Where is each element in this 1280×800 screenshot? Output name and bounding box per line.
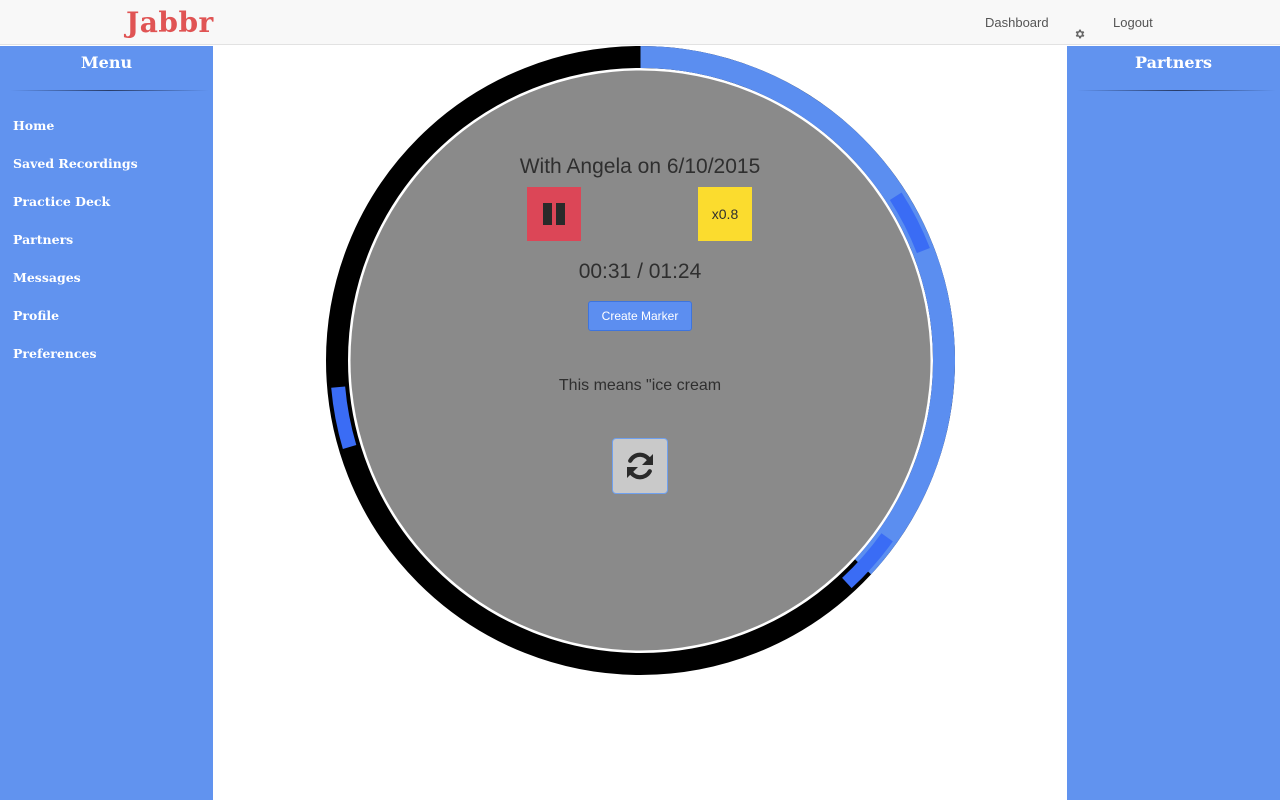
sidebar-item-saved-recordings[interactable]: Saved Recordings bbox=[13, 156, 138, 194]
menu-list: Home Saved Recordings Practice Deck Part… bbox=[13, 118, 138, 384]
brand-logo[interactable]: Jabbr bbox=[126, 4, 214, 42]
sidebar-item-messages[interactable]: Messages bbox=[13, 270, 138, 308]
menu-divider bbox=[10, 90, 209, 91]
pause-button[interactable] bbox=[527, 187, 581, 241]
playback-speed-button[interactable]: x0.8 bbox=[698, 187, 752, 241]
playback-time: 00:31 / 01:24 bbox=[578, 260, 702, 283]
sidebar-item-preferences[interactable]: Preferences bbox=[13, 346, 138, 384]
refresh-icon bbox=[627, 452, 653, 480]
pause-icon bbox=[543, 203, 565, 225]
partners-divider bbox=[1077, 90, 1276, 91]
refresh-button[interactable] bbox=[612, 438, 668, 494]
nav-dashboard-link[interactable]: Dashboard bbox=[985, 0, 1049, 45]
gear-icon-glyph bbox=[1075, 29, 1085, 39]
gear-icon[interactable] bbox=[1074, 13, 1086, 39]
sidebar-item-profile[interactable]: Profile bbox=[13, 308, 138, 346]
partners-title: Partners bbox=[1134, 53, 1213, 72]
sidebar-item-practice-deck[interactable]: Practice Deck bbox=[13, 194, 138, 232]
marker-note: This means "ice cream bbox=[558, 377, 722, 394]
menu-sidebar: Menu Home Saved Recordings Practice Deck… bbox=[0, 46, 213, 800]
nav-logout-link[interactable]: Logout bbox=[1113, 0, 1153, 45]
menu-title: Menu bbox=[80, 53, 133, 72]
recording-progress-ring[interactable] bbox=[326, 46, 955, 675]
sidebar-item-partners[interactable]: Partners bbox=[13, 232, 138, 270]
top-navbar: Jabbr Dashboard Logout bbox=[0, 0, 1280, 45]
partners-sidebar: Partners bbox=[1067, 46, 1280, 800]
sidebar-item-home[interactable]: Home bbox=[13, 118, 138, 156]
create-marker-button[interactable]: Create Marker bbox=[588, 301, 692, 331]
recording-title: With Angela on 6/10/2015 bbox=[519, 155, 761, 178]
